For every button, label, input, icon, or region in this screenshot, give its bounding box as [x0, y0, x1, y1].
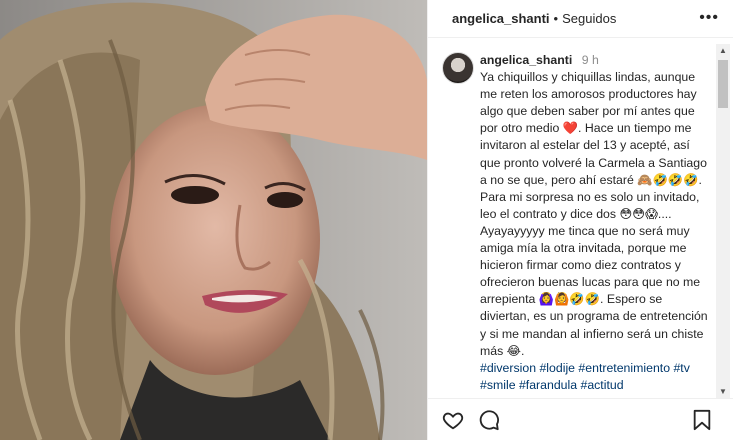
- caption-username[interactable]: angelica_shanti: [480, 53, 572, 67]
- caption-text-block: angelica_shanti 9 h Ya chiquillos y chiq…: [480, 52, 712, 398]
- caption-text: Ya chiquillos y chiquillas lindas, aunqu…: [480, 70, 708, 358]
- post-username[interactable]: angelica_shanti: [452, 11, 550, 26]
- caption-time: 9 h: [581, 53, 599, 67]
- caption-hashtags[interactable]: #diversion #lodije #entretenimiento #tv …: [480, 360, 712, 394]
- scroll-down-arrow-icon[interactable]: ▼: [719, 387, 727, 396]
- caption-scrollbar[interactable]: ▲ ▼: [716, 44, 730, 398]
- scroll-up-arrow-icon[interactable]: ▲: [719, 46, 727, 55]
- caption-block: angelica_shanti 9 h Ya chiquillos y chiq…: [442, 52, 712, 398]
- heart-icon[interactable]: [442, 409, 464, 436]
- header-separator: •: [553, 11, 559, 26]
- bookmark-icon[interactable]: [692, 409, 712, 436]
- instagram-post-modal: angelica_shanti • Seguidos ••• angelica_…: [0, 0, 733, 440]
- post-sidebar: angelica_shanti • Seguidos ••• angelica_…: [427, 0, 733, 440]
- post-photo: [0, 0, 427, 440]
- scrollbar-thumb[interactable]: [718, 60, 728, 108]
- post-header: angelica_shanti • Seguidos •••: [428, 0, 733, 38]
- avatar[interactable]: [442, 52, 474, 84]
- post-actions-bar: [428, 398, 733, 441]
- comment-icon[interactable]: [478, 409, 500, 436]
- selfie-illustration: [0, 0, 427, 440]
- follow-status[interactable]: Seguidos: [562, 11, 616, 26]
- ellipsis-icon[interactable]: •••: [699, 9, 719, 27]
